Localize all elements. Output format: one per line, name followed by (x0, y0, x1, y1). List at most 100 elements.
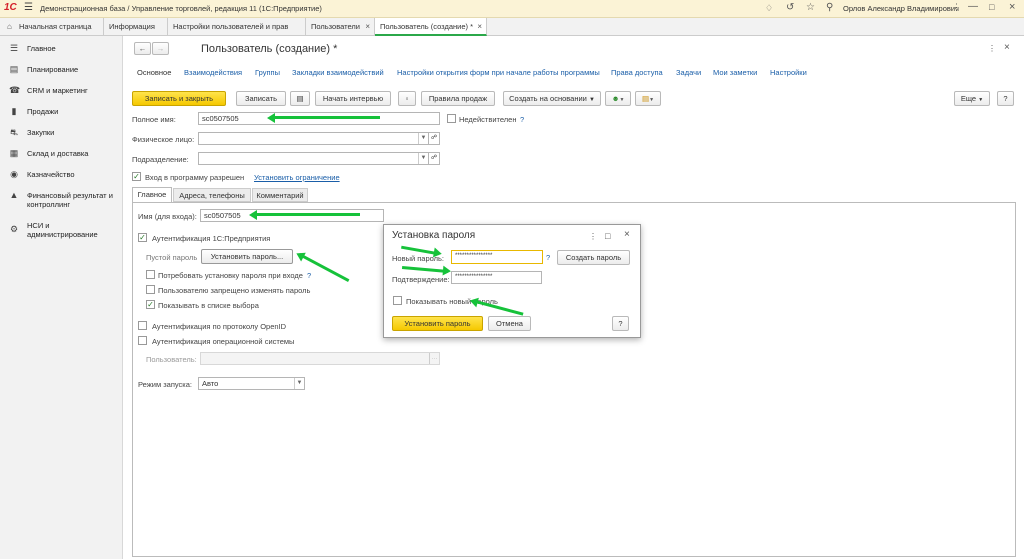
sidebar-item-treasury[interactable]: ◉ Казначейство (0, 165, 123, 186)
auth-1c-checkbox[interactable]: ✓ (138, 233, 147, 242)
nav-main[interactable]: Основное (137, 68, 171, 77)
tab-bar: ⌂ Начальная страница Информация Настройк… (0, 18, 1024, 36)
nav-settings[interactable]: Настройки (770, 68, 807, 77)
form-close-icon[interactable]: × (1004, 42, 1010, 53)
inner-tab-comment[interactable]: Комментарий (252, 188, 308, 202)
require-change-checkbox[interactable] (146, 270, 155, 279)
users-group-button[interactable]: ☻▼ (605, 91, 631, 106)
tab-home[interactable]: ⌂ Начальная страница (0, 18, 104, 36)
nav-access-rights[interactable]: Права доступа (611, 68, 663, 77)
invalid-checkbox[interactable] (447, 114, 456, 123)
login-allowed-checkbox[interactable]: ✓ (132, 172, 141, 181)
sidebar-item-warehouse[interactable]: ▦ Склад и доставка (0, 144, 123, 165)
nav-interactions[interactable]: Взаимодействия (184, 68, 242, 77)
main-menu-icon[interactable]: ☰ (24, 2, 33, 13)
nav-tasks[interactable]: Задачи (676, 68, 701, 77)
dialog-maximize-icon[interactable]: □ (605, 231, 610, 241)
login-allowed-label: Вход в программу разрешен (145, 173, 245, 182)
save-close-button[interactable]: Записать и закрыть (132, 91, 226, 106)
inner-tab-main[interactable]: Главное (132, 187, 172, 202)
sidebar: ☰ Главное ▤ Планирование ☎ CRM и маркетинг … (0, 36, 123, 559)
create-based-button[interactable]: Создать на основании ▼ (503, 91, 601, 106)
home-icon: ⌂ (7, 22, 12, 31)
sidebar-item-label: НСИ и администрирование (27, 221, 98, 239)
login-name-label: Имя (для входа): (138, 212, 197, 221)
create-password-button[interactable]: Создать пароль (557, 250, 630, 265)
sidebar-item-finance[interactable]: ▲ Финансовый результат и контроллинг (0, 186, 123, 214)
set-password-button[interactable]: Установить пароль... (201, 249, 293, 264)
dropdown-icon[interactable]: ▼ (418, 153, 428, 164)
tab-user-create[interactable]: Пользователь (создание) * × (375, 18, 487, 36)
dialog-help-button[interactable]: ? (612, 316, 629, 331)
show-in-list-checkbox[interactable]: ✓ (146, 300, 155, 309)
planning-icon: ▤ (9, 64, 19, 74)
sidebar-item-planning[interactable]: ▤ Планирование (0, 60, 123, 81)
user-name[interactable]: Орлов Александр Владимирович (843, 4, 959, 13)
settings-icon[interactable]: ⋮ (952, 2, 961, 13)
print-button[interactable]: ▤▼ (635, 91, 661, 106)
tab-close-icon[interactable]: × (365, 18, 370, 36)
nav-notes[interactable]: Мои заметки (713, 68, 757, 77)
os-user-label: Пользователь: (146, 355, 197, 364)
history-icon[interactable]: ↺ (786, 2, 794, 13)
start-interview-button[interactable]: Начать интервью (315, 91, 391, 106)
minimize-icon[interactable]: — (968, 1, 978, 12)
bell-icon[interactable]: ♢ (765, 3, 773, 14)
department-field[interactable]: ▼ (198, 152, 429, 165)
annotation-arrow (252, 213, 360, 216)
sidebar-item-main[interactable]: ☰ Главное (0, 39, 123, 60)
auth-openid-checkbox[interactable] (138, 321, 147, 330)
cancel-button[interactable]: Отмена (488, 316, 531, 331)
close-icon[interactable]: × (1009, 1, 1015, 13)
inner-tab-addresses[interactable]: Адреса, телефоны (173, 188, 251, 202)
form-more-icon[interactable]: ⋮ (988, 44, 996, 53)
dialog-close-icon[interactable]: × (624, 229, 630, 240)
sidebar-item-label: Продажи (27, 107, 59, 116)
mode-select[interactable]: Авто ▼ (198, 377, 305, 390)
form-title: Пользователь (создание) * (201, 43, 338, 55)
restrict-link[interactable]: Установить ограничение (254, 173, 340, 182)
more-button[interactable]: Еще ▼ (954, 91, 990, 106)
confirm-password-field[interactable]: **************** (451, 271, 542, 284)
favorite-icon[interactable]: ☆ (806, 2, 815, 13)
new-password-field[interactable]: **************** (451, 250, 543, 264)
new-password-hint-icon[interactable]: ? (546, 253, 550, 262)
sidebar-item-purchases[interactable]: ⛐ Закупки (0, 123, 123, 144)
help-button[interactable]: ? (997, 91, 1014, 106)
back-button[interactable]: ← (134, 42, 151, 55)
forbid-change-checkbox[interactable] (146, 285, 155, 294)
dialog-more-icon[interactable]: ⋮ (589, 232, 597, 241)
tab-users[interactable]: Пользователи × (306, 18, 375, 36)
save-button[interactable]: Записать (236, 91, 286, 106)
sidebar-item-sales[interactable]: ▮ Продажи (0, 102, 123, 123)
maximize-icon[interactable]: □ (989, 2, 994, 12)
individual-field[interactable]: ▼ (198, 132, 429, 145)
tab-user-settings[interactable]: Настройки пользователей и прав (168, 18, 306, 36)
tab-info[interactable]: Информация (104, 18, 168, 36)
invalid-hint-icon[interactable]: ? (520, 115, 524, 124)
report-button[interactable]: ▤ (290, 91, 310, 106)
comment-button[interactable]: ▫ (398, 91, 416, 106)
sales-rules-button[interactable]: Правила продаж (421, 91, 495, 106)
auth-os-checkbox[interactable] (138, 336, 147, 345)
nav-groups[interactable]: Группы (255, 68, 280, 77)
form-nav: Основное Взаимодействия Группы Закладки … (124, 68, 1024, 80)
show-password-checkbox[interactable] (393, 296, 402, 305)
individual-open-button[interactable]: ☍ (428, 132, 440, 145)
tab-label: Пользователь (создание) * (380, 22, 473, 31)
sidebar-item-crm[interactable]: ☎ CRM и маркетинг (0, 81, 123, 102)
nav-bookmarks[interactable]: Закладки взаимодействий (292, 68, 384, 77)
sidebar-item-label: CRM и маркетинг (27, 86, 88, 95)
dropdown-icon[interactable]: ▼ (418, 133, 428, 144)
tab-close-icon[interactable]: × (477, 18, 482, 34)
require-change-hint-icon[interactable]: ? (307, 271, 311, 280)
set-password-confirm-button[interactable]: Установить пароль (392, 316, 483, 331)
nav-open-forms[interactable]: Настройки открытия форм при начале работ… (397, 68, 600, 77)
dropdown-icon[interactable]: ▼ (294, 378, 304, 389)
forward-button[interactable]: → (152, 42, 169, 55)
search-icon[interactable]: ⚲ (826, 2, 833, 13)
require-change-label: Потребовать установку пароля при входе (158, 271, 303, 280)
sidebar-item-admin[interactable]: ⚙ НСИ и администрирование (0, 216, 123, 244)
mode-value: Авто (202, 379, 219, 388)
department-open-button[interactable]: ☍ (428, 152, 440, 165)
